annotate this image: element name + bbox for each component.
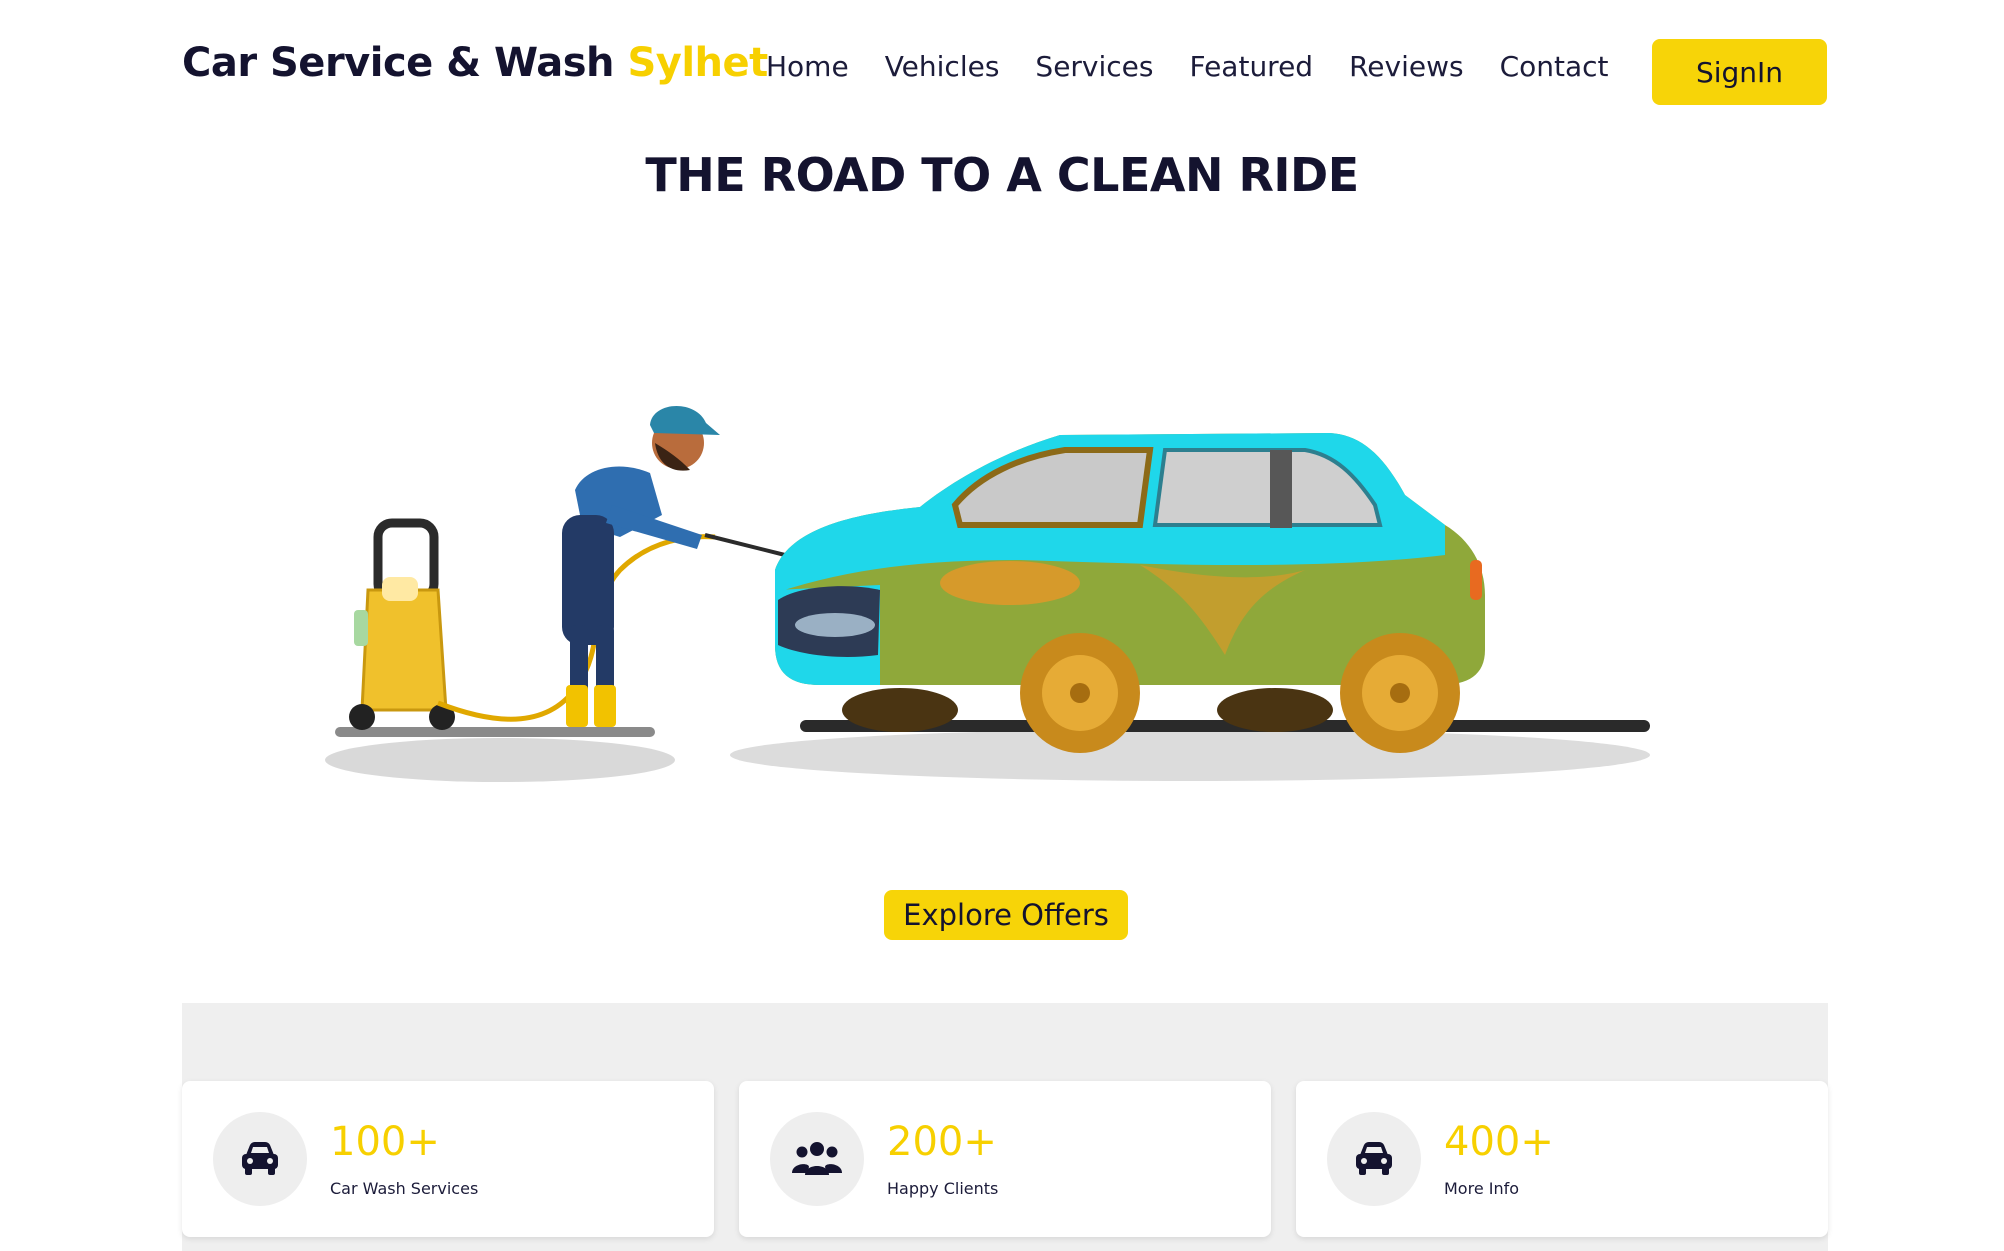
stat-card-services: 100+ Car Wash Services	[182, 1081, 714, 1237]
brand-name: Car Service & Wash	[182, 40, 615, 86]
stat-value: 400+	[1444, 1119, 1554, 1165]
nav-home[interactable]: Home	[766, 50, 849, 83]
site-header: Car Service & Wash Sylhet Home Vehicles …	[0, 0, 2004, 140]
signin-button[interactable]: SignIn	[1652, 39, 1827, 105]
stat-card-more-info: 400+ More Info	[1296, 1081, 1828, 1237]
nav-featured[interactable]: Featured	[1190, 50, 1314, 83]
car-wash-illustration	[325, 405, 1650, 782]
stat-value: 200+	[887, 1119, 997, 1165]
car-icon	[1327, 1112, 1421, 1206]
users-icon	[770, 1112, 864, 1206]
stat-label: Car Wash Services	[330, 1179, 479, 1198]
nav-contact[interactable]: Contact	[1500, 50, 1609, 83]
nav-reviews[interactable]: Reviews	[1349, 50, 1464, 83]
brand-logo[interactable]: Car Service & Wash Sylhet	[182, 40, 768, 86]
explore-offers-button[interactable]: Explore Offers	[884, 890, 1128, 940]
hero-title: THE ROAD TO A CLEAN RIDE	[645, 148, 1359, 202]
stat-card-clients: 200+ Happy Clients	[739, 1081, 1271, 1237]
stat-value: 100+	[330, 1119, 440, 1165]
car-icon	[213, 1112, 307, 1206]
nav-services[interactable]: Services	[1035, 50, 1153, 83]
brand-accent: Sylhet	[627, 40, 768, 86]
stat-label: More Info	[1444, 1179, 1520, 1198]
nav-vehicles[interactable]: Vehicles	[885, 50, 1000, 83]
main-nav: Home Vehicles Services Featured Reviews …	[766, 50, 1609, 83]
stat-label: Happy Clients	[887, 1179, 999, 1198]
